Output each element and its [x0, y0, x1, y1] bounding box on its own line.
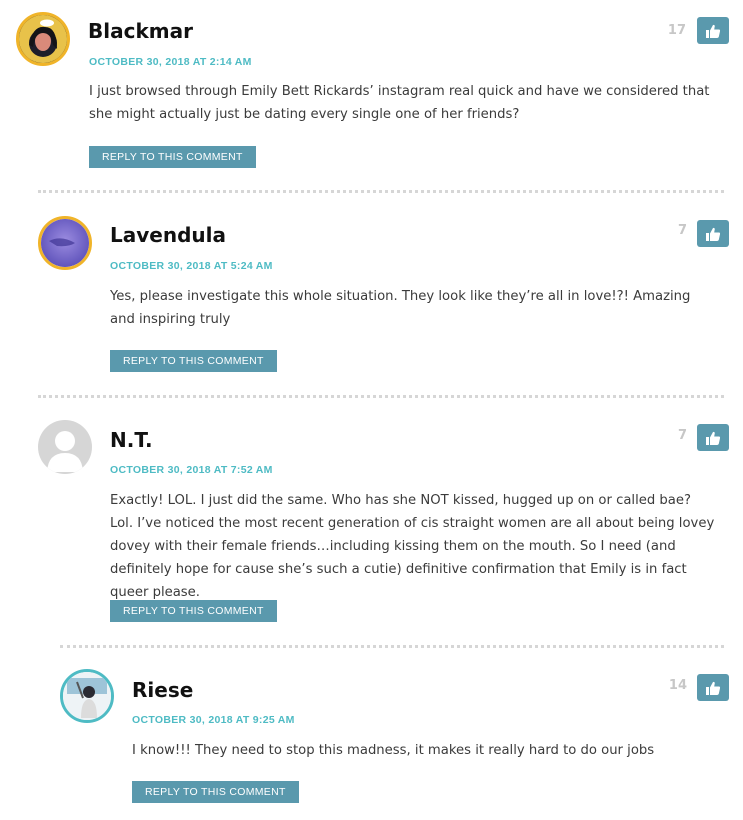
default-user-icon	[47, 431, 83, 472]
reply-button[interactable]: REPLY TO THIS COMMENT	[110, 600, 277, 622]
comment-author[interactable]: N.T.	[110, 428, 153, 452]
comment-date[interactable]: OCTOBER 30, 2018 AT 2:14 AM	[89, 55, 252, 69]
avatar[interactable]	[16, 12, 70, 66]
comment-text: I know!!! They need to stop this madness…	[132, 743, 655, 758]
comment-author[interactable]: Blackmar	[88, 19, 193, 43]
avatar[interactable]	[38, 420, 92, 474]
like-button[interactable]	[697, 674, 729, 701]
comment-separator	[38, 395, 724, 398]
like-button[interactable]	[697, 220, 729, 247]
comment-separator	[38, 190, 724, 193]
like-button[interactable]	[697, 424, 729, 451]
like-count: 14	[668, 678, 687, 693]
comment-blackmar: Blackmar OCTOBER 30, 2018 AT 2:14 AM I j…	[0, 0, 743, 190]
like-button[interactable]	[697, 17, 729, 44]
comment-text: Yes, please investigate this whole situa…	[110, 289, 691, 327]
comment-date[interactable]: OCTOBER 30, 2018 AT 9:25 AM	[132, 713, 295, 727]
comment-date[interactable]: OCTOBER 30, 2018 AT 7:52 AM	[110, 463, 273, 477]
comment-riese: Riese OCTOBER 30, 2018 AT 9:25 AM I know…	[0, 650, 743, 820]
thumbs-up-icon	[706, 227, 721, 241]
thumbs-up-icon	[706, 681, 721, 695]
comment-author[interactable]: Riese	[132, 678, 193, 702]
like-count: 17	[667, 23, 686, 38]
thumbs-up-icon	[706, 431, 721, 445]
comment-author[interactable]: Lavendula	[110, 223, 226, 247]
comment-date[interactable]: OCTOBER 30, 2018 AT 5:24 AM	[110, 259, 273, 273]
comment-text: Exactly! LOL. I just did the same. Who h…	[110, 493, 715, 600]
like-count: 7	[677, 223, 687, 238]
comment-text: I just browsed through Emily Bett Rickar…	[89, 84, 710, 122]
reply-button[interactable]: REPLY TO THIS COMMENT	[132, 781, 299, 803]
comment-separator	[60, 645, 724, 648]
avatar[interactable]	[60, 669, 114, 723]
avatar-image	[41, 219, 89, 267]
reply-button[interactable]: REPLY TO THIS COMMENT	[110, 350, 277, 372]
comment-nt: N.T. OCTOBER 30, 2018 AT 7:52 AM Exactly…	[0, 400, 743, 645]
avatar[interactable]	[38, 216, 92, 270]
thumbs-up-icon	[706, 24, 721, 38]
avatar-image	[19, 15, 67, 63]
reply-button[interactable]: REPLY TO THIS COMMENT	[89, 146, 256, 168]
avatar-image	[63, 672, 111, 720]
like-count: 7	[677, 428, 687, 443]
comment-lavendula: Lavendula OCTOBER 30, 2018 AT 5:24 AM Ye…	[0, 196, 743, 396]
